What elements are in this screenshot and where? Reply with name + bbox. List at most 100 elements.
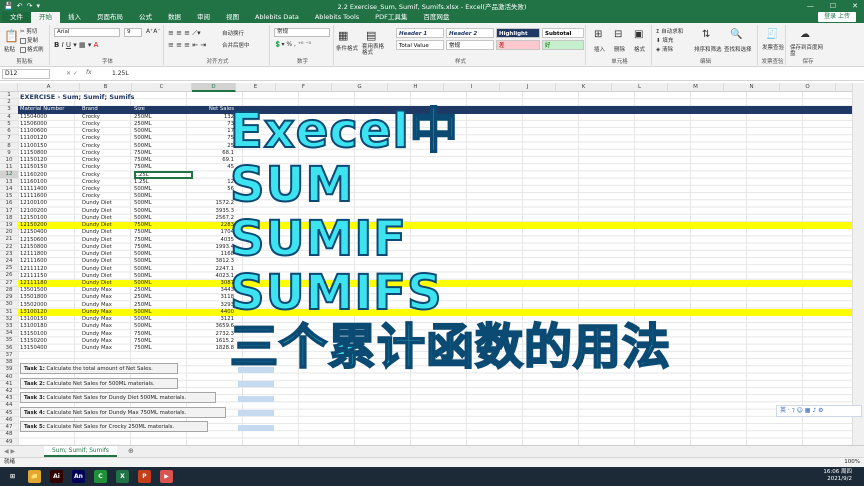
sort-filter-button[interactable]: 排序和筛选 — [694, 45, 722, 53]
cell[interactable]: Dundy Max — [82, 302, 132, 309]
cell[interactable]: 750ML — [134, 237, 192, 244]
font-name-select[interactable]: Arial — [54, 28, 120, 37]
cell[interactable]: Crocky — [82, 186, 132, 193]
formula-input[interactable]: 1.25L — [112, 69, 856, 79]
find-select-icon[interactable]: 🔍 — [730, 29, 742, 40]
cut-button[interactable]: ✂ 剪切 — [20, 27, 37, 35]
row-header-23[interactable]: 23 — [0, 250, 18, 259]
row-header-29[interactable]: 29 — [0, 294, 18, 302]
cell[interactable]: Dundy Diet — [82, 280, 132, 287]
style-cell-4[interactable]: Total Value — [396, 40, 444, 50]
row-header-42[interactable]: 42 — [0, 387, 18, 396]
share-button[interactable]: 登录 上传 — [818, 12, 856, 22]
cell[interactable]: 12150100 — [20, 215, 80, 222]
row-header-26[interactable]: 26 — [0, 272, 18, 280]
row-header-44[interactable]: 44 — [0, 402, 18, 410]
cell[interactable]: 11150150 — [20, 164, 80, 171]
corner-select-all[interactable] — [0, 83, 18, 92]
cell[interactable]: 13150100 — [20, 331, 80, 338]
row-header-13[interactable]: 13 — [0, 178, 18, 186]
cloud-save-icon[interactable]: ☁ — [800, 29, 810, 40]
cell[interactable]: 500ML — [134, 251, 192, 258]
merge-center-button[interactable]: 合并后居中 — [222, 41, 250, 49]
cell[interactable]: 13501800 — [20, 294, 80, 301]
cell[interactable]: 12150400 — [20, 229, 80, 236]
cell[interactable]: 1.25L — [134, 179, 192, 186]
cell[interactable]: 750ML — [134, 157, 192, 164]
cell[interactable]: 11100120 — [20, 135, 80, 142]
row-header-12[interactable]: 12 — [0, 171, 18, 179]
format-button[interactable]: 格式 — [634, 45, 645, 53]
column-header-M[interactable]: M — [668, 83, 724, 92]
column-header-A[interactable]: A — [18, 83, 80, 92]
style-cell-2[interactable]: Highlight — [496, 28, 540, 38]
row-header-2[interactable]: 2 — [0, 99, 18, 107]
cancel-accept-icons[interactable]: ✕ ✓ — [66, 70, 78, 77]
cell[interactable]: Dundy Max — [82, 316, 132, 323]
save-baidu-button[interactable]: 保存到百度网盘 — [790, 45, 826, 57]
wrap-text-button[interactable]: 自动换行 — [222, 29, 244, 37]
tab-0[interactable]: 文件 — [2, 12, 31, 23]
style-cell-1[interactable]: Header 2 — [446, 28, 494, 38]
column-header-C[interactable]: C — [132, 83, 192, 92]
cell[interactable]: 13502000 — [20, 302, 80, 309]
column-header-F[interactable]: F — [276, 83, 332, 92]
vertical-scrollbar[interactable] — [852, 83, 864, 445]
cell[interactable]: Dundy Diet — [82, 258, 132, 265]
row-header-41[interactable]: 41 — [0, 380, 18, 388]
column-header-O[interactable]: O — [780, 83, 836, 92]
column-header-L[interactable]: L — [612, 83, 668, 92]
row-header-30[interactable]: 30 — [0, 301, 18, 309]
cell[interactable]: 11504000 — [20, 114, 80, 121]
tab-5[interactable]: 数据 — [160, 12, 189, 23]
cell[interactable]: Dundy Diet — [82, 208, 132, 215]
row-header-37[interactable]: 37 — [0, 351, 18, 360]
maximize-icon[interactable]: ☐ — [830, 2, 836, 10]
cell[interactable]: 11160100 — [20, 179, 80, 186]
row-header-18[interactable]: 18 — [0, 214, 18, 222]
tab-7[interactable]: 视图 — [218, 12, 247, 23]
cell[interactable]: Dundy Max — [82, 294, 132, 301]
style-cell-3[interactable]: Subtotal — [542, 28, 584, 38]
cell[interactable]: Crocky — [82, 150, 132, 157]
autosum-button[interactable]: Σ 自动求和 — [656, 27, 683, 35]
cell[interactable]: Crocky — [82, 121, 132, 128]
cell[interactable]: 500ML — [134, 208, 192, 215]
cell[interactable]: Dundy Diet — [82, 229, 132, 236]
cell[interactable]: 11506000 — [20, 121, 80, 128]
paste-icon[interactable]: 📋 — [4, 29, 19, 43]
column-header-I[interactable]: I — [444, 83, 500, 92]
row-header-3[interactable]: 3 — [0, 106, 18, 114]
tab-4[interactable]: 公式 — [131, 12, 160, 23]
cell[interactable]: 500ML — [134, 280, 192, 287]
cell[interactable]: Crocky — [82, 193, 132, 200]
cell[interactable]: Dundy Diet — [82, 266, 132, 273]
cell[interactable]: Dundy Diet — [82, 237, 132, 244]
sheet-tab-active[interactable]: Sum; Sumif; Sumifs — [44, 446, 117, 457]
row-header-28[interactable]: 28 — [0, 286, 18, 295]
tab-9[interactable]: Ablebits Tools — [307, 12, 367, 23]
style-cell-7[interactable]: 好 — [542, 40, 584, 50]
delete-button[interactable]: 删除 — [614, 45, 625, 53]
cell[interactable]: 500ML — [134, 200, 192, 207]
cell[interactable]: 500ML — [134, 128, 192, 135]
cell[interactable]: 11100150 — [20, 143, 80, 150]
row-header-21[interactable]: 21 — [0, 236, 18, 244]
name-box[interactable]: D12 — [2, 69, 50, 79]
cell[interactable]: 12111120 — [20, 266, 80, 273]
row-header-7[interactable]: 7 — [0, 135, 18, 143]
cell[interactable]: 12100100 — [20, 200, 80, 207]
row-header-25[interactable]: 25 — [0, 265, 18, 273]
format-painter-button[interactable]: 格式刷 — [20, 45, 44, 53]
cell[interactable]: Dundy Max — [82, 345, 132, 352]
paste-button[interactable]: 粘贴 — [4, 45, 15, 53]
cell[interactable]: Dundy Max — [82, 309, 132, 316]
cell[interactable]: 500ML — [134, 143, 192, 150]
row-header-10[interactable]: 10 — [0, 156, 18, 165]
active-cell-d12[interactable] — [134, 171, 193, 180]
taskbar-app-0[interactable]: ⊞ — [6, 470, 19, 483]
cell[interactable]: 500ML — [134, 186, 192, 193]
cell[interactable]: 12111600 — [20, 258, 80, 265]
cell[interactable]: 13100180 — [20, 323, 80, 330]
row-header-47[interactable]: 47 — [0, 424, 18, 432]
